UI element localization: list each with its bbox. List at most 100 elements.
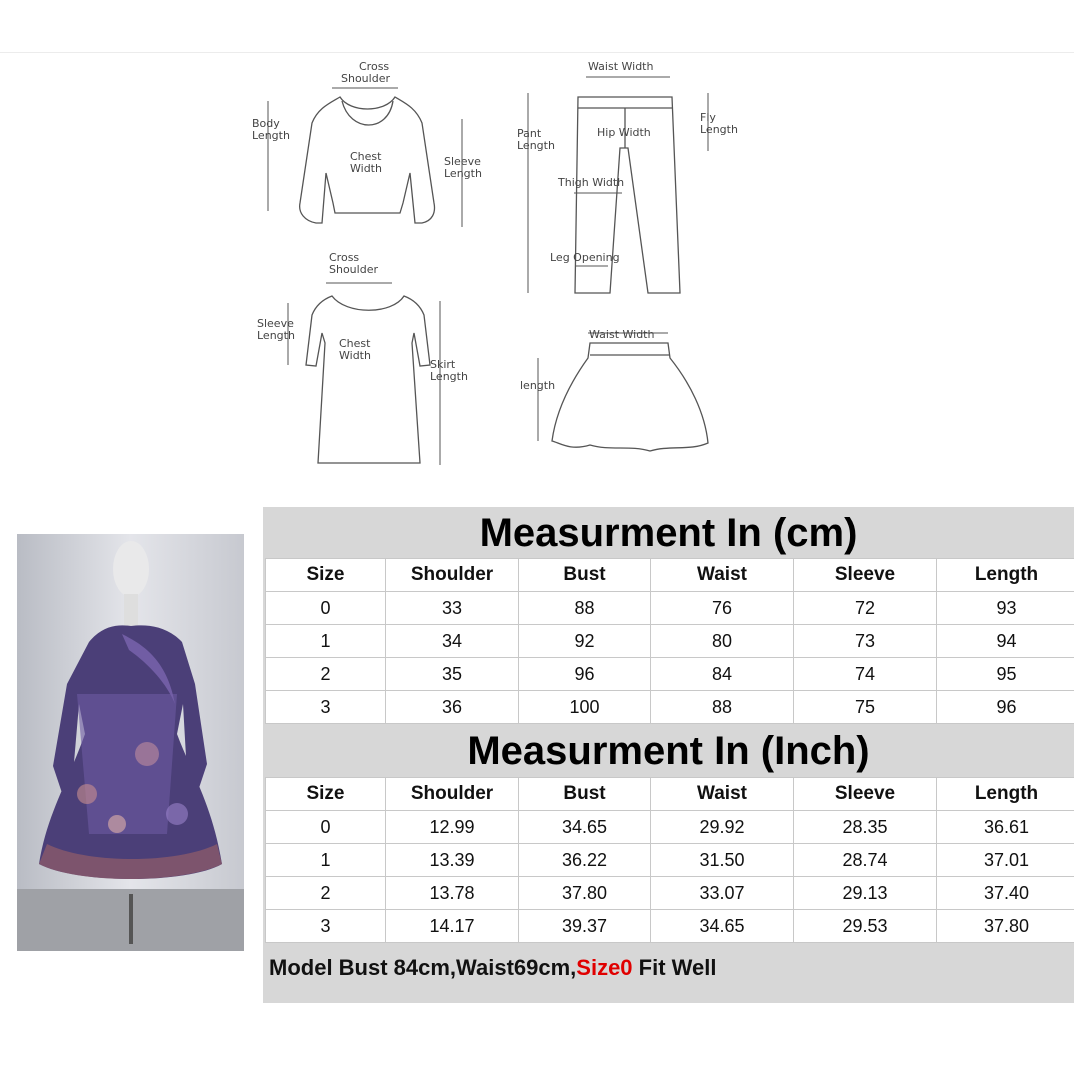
table-cell: 84 [650,657,794,691]
inch-header-length: Length [936,777,1074,811]
table-cell: 0 [265,810,386,844]
cm-header-length: Length [936,558,1074,592]
table-cell: 73 [793,624,937,658]
table-row: 0 33 88 76 72 93 [265,591,1074,625]
table-cell: 12.99 [385,810,519,844]
label-skirt-waist-width: Waist Width [589,328,654,341]
label-fly-length-2: Length [700,123,738,136]
table-cell: 1 [265,624,386,658]
inch-header-bust: Bust [518,777,651,811]
table-cell: 35 [385,657,519,691]
table-row: 1 13.39 36.22 31.50 28.74 37.01 [265,843,1074,877]
table-cell: 34.65 [518,810,651,844]
mannequin-head [113,541,149,597]
inch-table-title: Measurment In (Inch) [467,729,870,773]
table-row: 1 34 92 80 73 94 [265,624,1074,658]
table-cell: 28.35 [793,810,937,844]
cm-header-size: Size [265,558,386,592]
table-row: 3 14.17 39.37 34.65 29.53 37.80 [265,909,1074,943]
table-cell: 14.17 [385,909,519,943]
inch-header-shoulder: Shoulder [385,777,519,811]
inch-header-sleeve: Sleeve [793,777,937,811]
table-cell: 36 [385,690,519,724]
table-cell: 33.07 [650,876,794,910]
table-cell: 93 [936,591,1074,625]
model-fit-note: Model Bust 84cm,Waist69cm,Size0 Fit Well [269,955,716,981]
measurement-tables: Measurment In (cm) Size Shoulder Bust Wa… [263,507,1074,1003]
table-cell: 74 [793,657,937,691]
cm-table-header-row: Size Shoulder Bust Waist Sleeve Length [265,558,1074,592]
label-cross-shoulder-2: Shoulder [341,72,390,85]
table-row: 3 36 100 88 75 96 [265,690,1074,724]
table-cell: 94 [936,624,1074,658]
label-hip-width: Hip Width [597,126,651,139]
table-row: 0 12.99 34.65 29.92 28.35 36.61 [265,810,1074,844]
table-cell: 92 [518,624,651,658]
table-cell: 36.22 [518,843,651,877]
table-cell: 96 [936,690,1074,724]
label-skirt-length-2: Length [430,370,468,383]
garment-measurement-diagrams: Cross Shoulder Body Length Chest Width S… [252,60,738,465]
table-cell: 29.13 [793,876,937,910]
table-cell: 0 [265,591,386,625]
label-thigh-width: Thigh Width [557,176,624,189]
table-cell: 37.80 [936,909,1074,943]
table-cell: 80 [650,624,794,658]
table-cell: 88 [518,591,651,625]
table-cell: 76 [650,591,794,625]
table-cell: 2 [265,876,386,910]
table-cell: 75 [793,690,937,724]
label-dress-sleeve-length-2: Length [257,329,295,342]
table-cell: 13.39 [385,843,519,877]
cm-header-bust: Bust [518,558,651,592]
table-cell: 37.40 [936,876,1074,910]
label-dress-chest-width-2: Width [339,349,371,362]
note-size-highlight: Size0 [576,955,633,980]
note-prefix: Model Bust 84cm,Waist69cm, [269,955,577,980]
cm-header-sleeve: Sleeve [793,558,937,592]
table-cell: 34.65 [650,909,794,943]
table-cell: 28.74 [793,843,937,877]
cm-header-waist: Waist [650,558,794,592]
table-cell: 2 [265,657,386,691]
table-cell: 29.92 [650,810,794,844]
inch-header-waist: Waist [650,777,794,811]
label-chest-width-2: Width [350,162,382,175]
table-cell: 37.01 [936,843,1074,877]
label-leg-opening: Leg Opening [550,251,620,264]
table-cell: 88 [650,690,794,724]
label-pant-length-2: Length [517,139,555,152]
table-cell: 31.50 [650,843,794,877]
table-cell: 37.80 [518,876,651,910]
label-body-length-2: Length [252,129,290,142]
table-cell: 96 [518,657,651,691]
dress-outline [305,295,431,464]
note-suffix: Fit Well [632,955,717,980]
table-cell: 33 [385,591,519,625]
size-diagram-panel: Cross Shoulder Body Length Chest Width S… [0,52,1074,508]
cm-table: Size Shoulder Bust Waist Sleeve Length 0… [265,558,1074,724]
table-cell: 95 [936,657,1074,691]
table-row: 2 35 96 84 74 95 [265,657,1074,691]
table-cell: 39.37 [518,909,651,943]
label-skirt-length-small: length [520,379,555,392]
label-waist-width: Waist Width [588,60,653,73]
table-cell: 72 [793,591,937,625]
table-cell: 3 [265,909,386,943]
cm-header-shoulder: Shoulder [385,558,519,592]
table-cell: 34 [385,624,519,658]
inch-header-size: Size [265,777,386,811]
label-dress-cross-shoulder-2: Shoulder [329,263,378,276]
table-cell: 13.78 [385,876,519,910]
cm-table-title: Measurment In (cm) [479,511,858,555]
label-sleeve-length-2: Length [444,167,482,180]
skirt-outline [551,342,709,452]
table-cell: 3 [265,690,386,724]
product-photo [17,534,244,951]
table-cell: 36.61 [936,810,1074,844]
inch-table-header-row: Size Shoulder Bust Waist Sleeve Length [265,777,1074,811]
table-cell: 100 [518,690,651,724]
inch-table: Size Shoulder Bust Waist Sleeve Length 0… [265,777,1074,943]
table-row: 2 13.78 37.80 33.07 29.13 37.40 [265,876,1074,910]
table-cell: 1 [265,843,386,877]
